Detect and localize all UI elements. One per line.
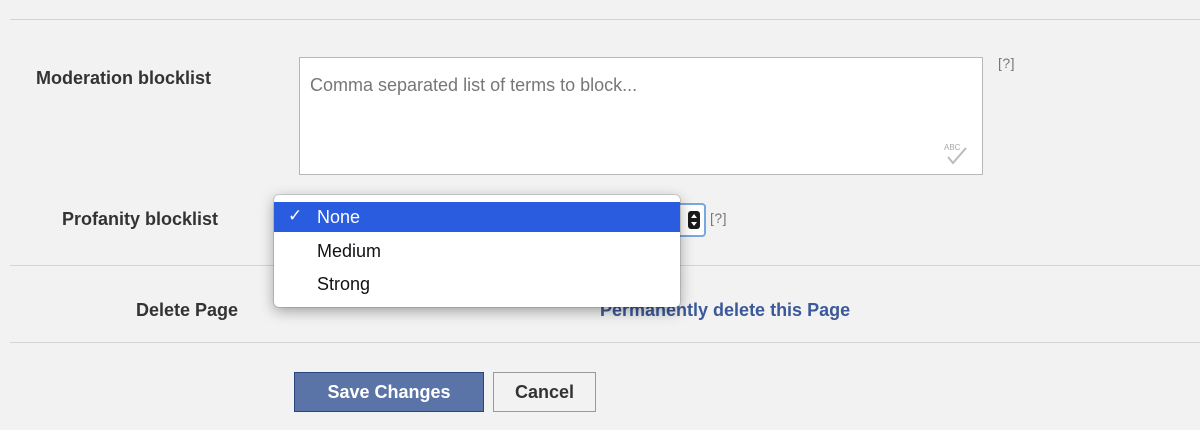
moderation-blocklist-textarea[interactable]: Comma separated list of terms to block..… [299,57,983,175]
dropdown-option-strong[interactable]: Strong [274,269,680,299]
profanity-blocklist-label: Profanity blocklist [62,209,219,229]
save-changes-button[interactable]: Save Changes [294,372,484,412]
moderation-blocklist-placeholder: Comma separated list of terms to block..… [310,75,638,95]
moderation-blocklist-label: Moderation blocklist [36,68,212,88]
divider-bottom [10,342,1200,343]
cancel-button[interactable]: Cancel [493,372,596,412]
dropdown-option-medium[interactable]: Medium [274,236,680,266]
profanity-help-link[interactable]: [?] [710,210,727,226]
svg-text:ABC: ABC [944,143,961,152]
profanity-dropdown-menu: ✓ None Medium Strong [274,195,680,307]
dropdown-option-label: Strong [317,274,371,294]
select-arrows-icon [688,211,700,229]
divider-top [10,19,1200,20]
checkmark-icon: ✓ [288,206,303,225]
spellcheck-icon: ABC [944,143,967,165]
dropdown-option-none[interactable]: ✓ None [274,202,680,232]
delete-page-label: Delete Page [136,300,239,320]
moderation-help-link[interactable]: [?] [998,55,1015,71]
dropdown-option-label: None [317,207,361,227]
dropdown-option-label: Medium [317,241,382,261]
